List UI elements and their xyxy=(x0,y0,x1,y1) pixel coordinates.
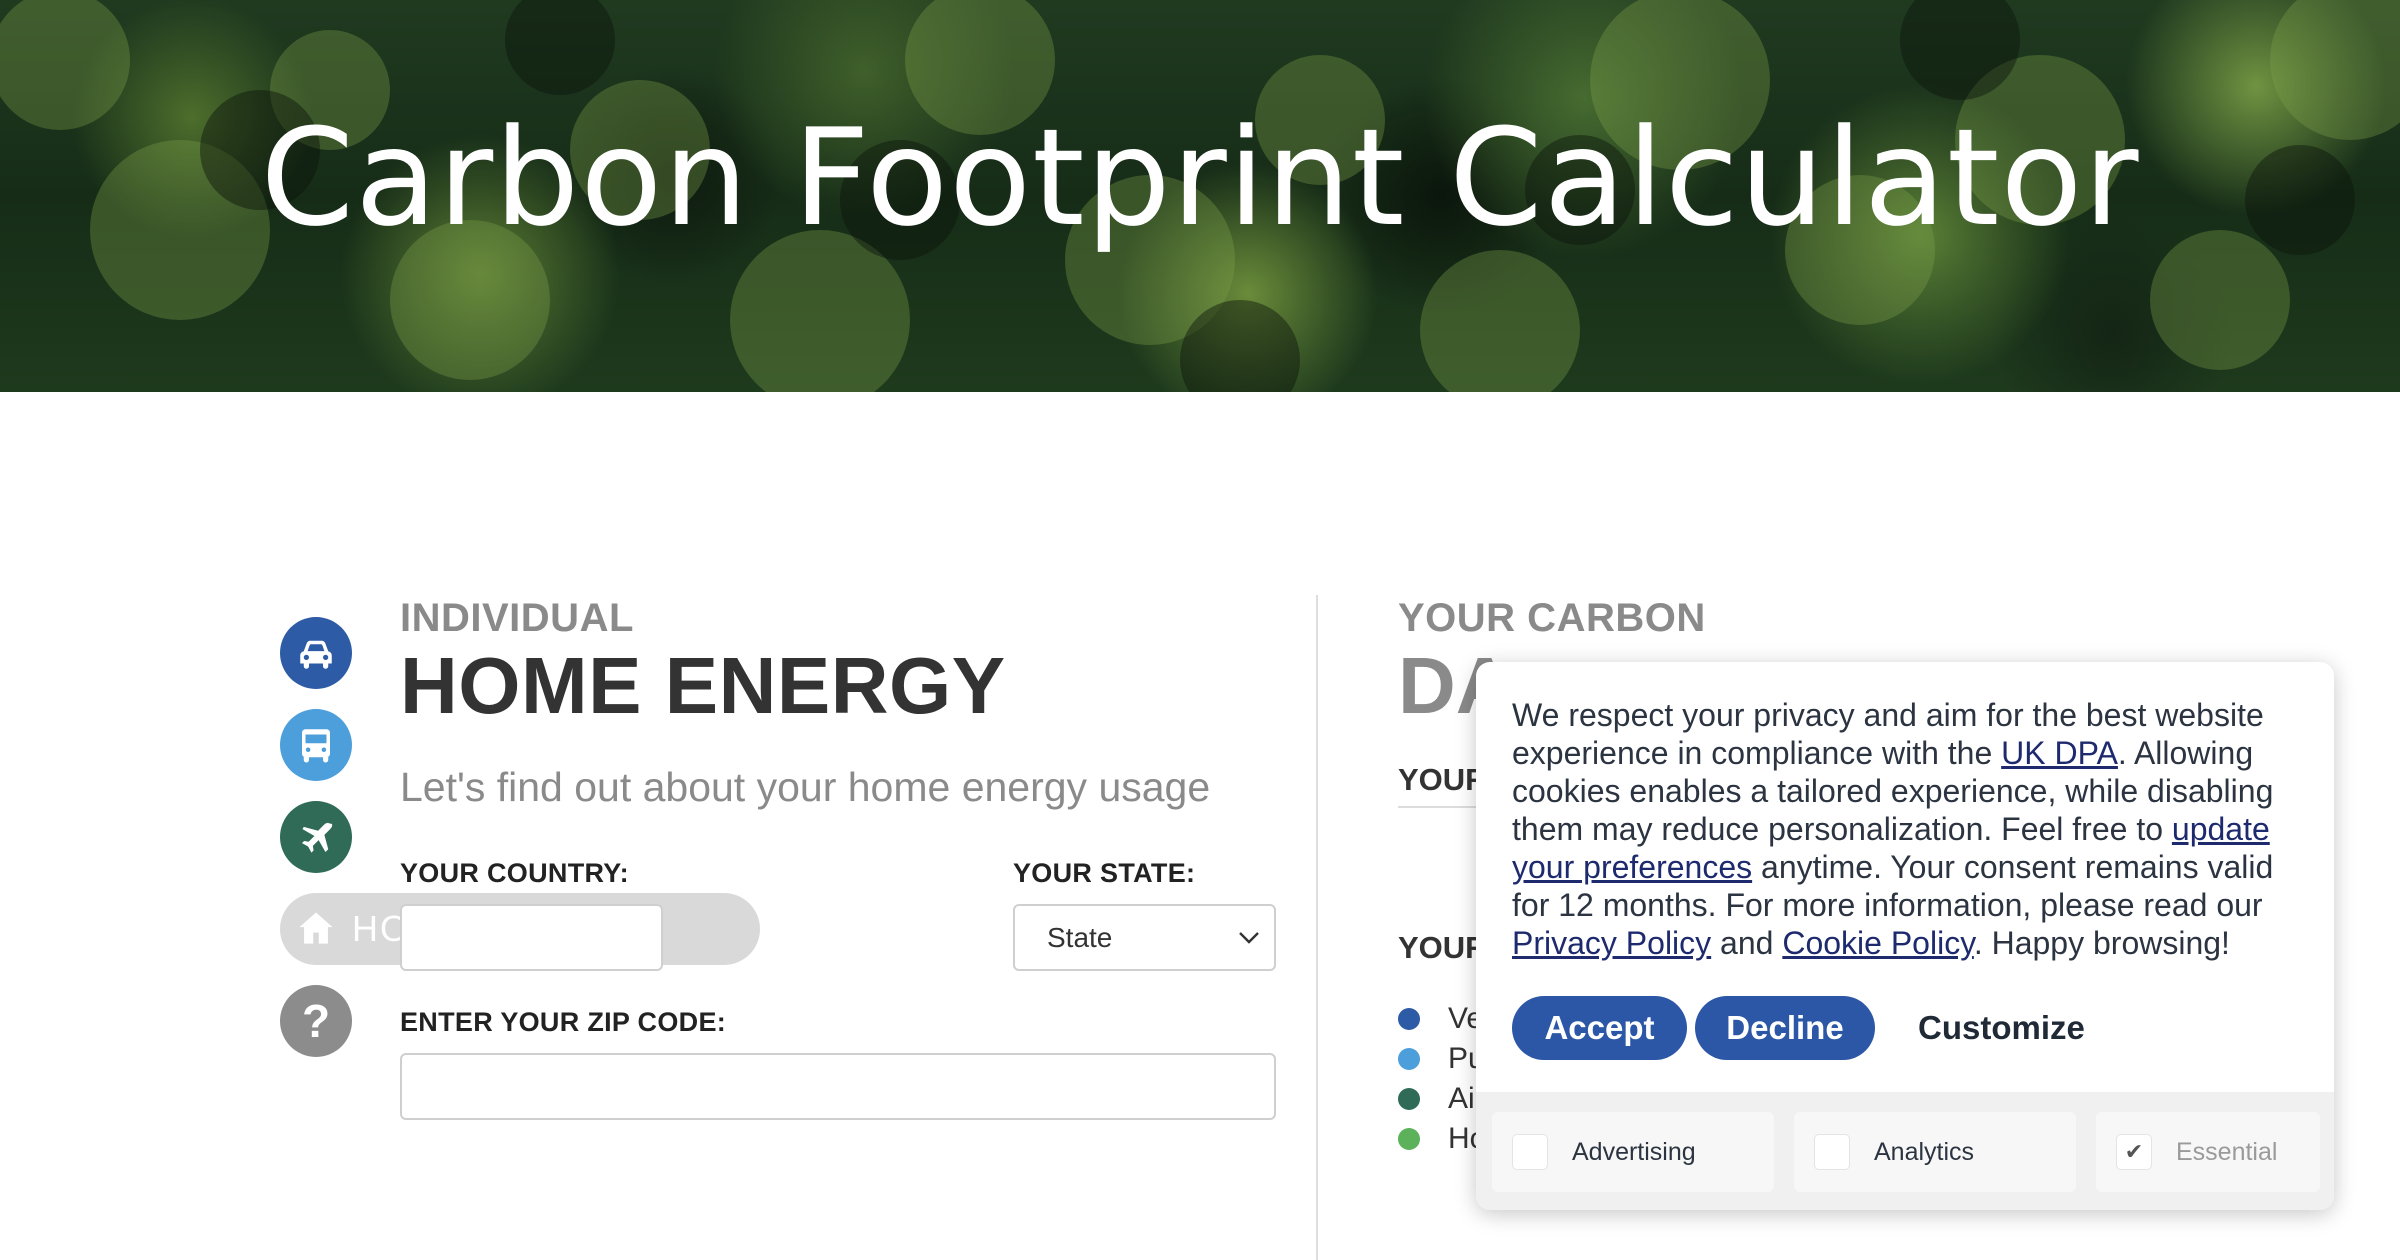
essential-toggle: ✔ Essential xyxy=(2096,1112,2320,1192)
customize-button[interactable]: Customize xyxy=(1918,996,2085,1060)
bus-icon xyxy=(302,729,330,763)
analytics-checkbox[interactable] xyxy=(1814,1134,1850,1170)
cookie-consent-banner: We respect your privacy and aim for the … xyxy=(1476,662,2334,1210)
analytics-label: Analytics xyxy=(1874,1137,1975,1166)
legend-dot xyxy=(1398,1048,1420,1070)
advertising-toggle[interactable]: Advertising xyxy=(1492,1112,1774,1192)
dashboard-subheading-1: YOUR xyxy=(1398,762,1488,797)
legend-dot xyxy=(1398,1088,1420,1110)
nav-public-transport-button[interactable] xyxy=(280,709,352,781)
question-icon: ? xyxy=(301,995,331,1047)
plane-icon xyxy=(302,822,333,853)
uk-dpa-link[interactable]: UK DPA xyxy=(2001,735,2118,771)
state-select[interactable]: State xyxy=(1013,904,1276,971)
section-eyebrow: INDIVIDUAL xyxy=(400,596,634,640)
check-icon: ✔ xyxy=(2116,1134,2152,1170)
state-select-value: State xyxy=(1047,921,1113,953)
dashboard-eyebrow: YOUR CARBON xyxy=(1398,596,1706,640)
page-title: Carbon Footprint Calculator xyxy=(260,100,2140,256)
state-label: YOUR STATE: xyxy=(1013,858,1196,888)
section-subtext: Let's find out about your home energy us… xyxy=(400,764,1211,810)
essential-label: Essential xyxy=(2176,1137,2278,1166)
country-label: YOUR COUNTRY: xyxy=(400,858,629,888)
nav-air-travel-button[interactable] xyxy=(280,801,352,873)
legend-dot xyxy=(1398,1008,1420,1030)
advertising-checkbox[interactable] xyxy=(1512,1134,1548,1170)
zip-label: ENTER YOUR ZIP CODE: xyxy=(400,1007,727,1037)
zip-input[interactable] xyxy=(400,1053,1276,1120)
car-icon xyxy=(300,640,332,669)
nav-vehicle-button[interactable] xyxy=(280,617,352,689)
advertising-label: Advertising xyxy=(1572,1137,1696,1166)
analytics-toggle[interactable]: Analytics xyxy=(1794,1112,2076,1192)
legend-dot xyxy=(1398,1128,1420,1150)
section-heading: HOME ENERGY xyxy=(400,641,1006,730)
privacy-policy-link[interactable]: Privacy Policy xyxy=(1512,925,1711,961)
cookie-policy-link[interactable]: Cookie Policy xyxy=(1782,925,1973,961)
country-select[interactable] xyxy=(400,904,663,971)
cookie-category-tray: Advertising Analytics ✔ Essential xyxy=(1476,1092,2334,1210)
decline-button[interactable]: Decline xyxy=(1695,996,1875,1060)
hero-banner: Carbon Footprint Calculator xyxy=(0,0,2400,392)
nav-help-button[interactable]: ? xyxy=(280,985,352,1057)
legend-item: Ve xyxy=(1398,1002,1483,1036)
house-icon xyxy=(299,912,333,944)
cookie-message: We respect your privacy and aim for the … xyxy=(1512,697,2274,961)
legend-item: Ai xyxy=(1398,1082,1475,1116)
legend-item: Ho xyxy=(1398,1122,1486,1156)
dashboard-subheading-2: YOUR xyxy=(1398,930,1488,965)
accept-button[interactable]: Accept xyxy=(1512,996,1687,1060)
chevron-down-icon xyxy=(1239,931,1259,944)
legend-item: Pu xyxy=(1398,1042,1485,1076)
legend-label: Ai xyxy=(1448,1082,1475,1115)
column-divider xyxy=(1316,595,1318,1260)
